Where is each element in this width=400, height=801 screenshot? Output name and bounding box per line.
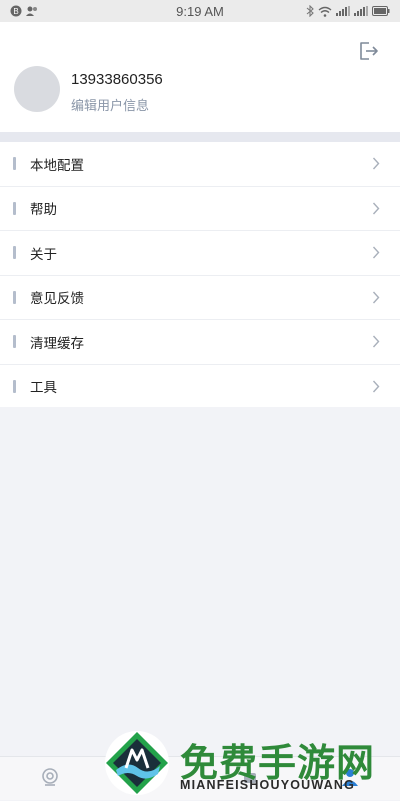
chevron-right-icon xyxy=(370,201,382,215)
chevron-right-icon xyxy=(370,246,382,260)
user-icon xyxy=(340,767,360,791)
menu-item-tools[interactable]: 工具 xyxy=(0,365,400,410)
tab-cloud[interactable] xyxy=(220,757,280,801)
profile-phone: 13933860356 xyxy=(71,71,163,88)
bottom-tab-bar xyxy=(0,756,400,800)
menu-item-about[interactable]: 关于 xyxy=(0,231,400,276)
bluetooth-icon xyxy=(306,5,314,17)
tab-home[interactable] xyxy=(120,757,180,801)
menu-item-label: 意见反馈 xyxy=(30,287,370,307)
status-time: 9:19 AM xyxy=(176,4,224,19)
menu-item-help[interactable]: 帮助 xyxy=(0,187,400,232)
profile-header: 13933860356 编辑用户信息 xyxy=(0,22,400,132)
avatar[interactable] xyxy=(14,66,60,112)
chevron-right-icon xyxy=(370,157,382,171)
edit-profile-link[interactable]: 编辑用户信息 xyxy=(71,95,149,114)
signal-icon xyxy=(336,6,350,16)
tab-camera[interactable] xyxy=(20,757,80,801)
status-left: B xyxy=(10,5,39,17)
wifi-icon xyxy=(318,6,332,17)
menu-accent-bar xyxy=(13,380,16,393)
status-right xyxy=(306,5,390,17)
camera-icon xyxy=(40,767,60,791)
section-divider xyxy=(0,132,400,142)
menu-item-label: 清理缓存 xyxy=(30,332,370,352)
chevron-right-icon xyxy=(370,290,382,304)
chevron-right-icon xyxy=(370,379,382,393)
menu-accent-bar xyxy=(13,335,16,348)
menu-item-label: 本地配置 xyxy=(30,154,370,174)
contacts-icon xyxy=(25,5,39,17)
menu-item-label: 工具 xyxy=(30,376,370,396)
menu-item-label: 关于 xyxy=(30,243,370,263)
empty-content-area xyxy=(0,407,400,756)
menu-item-clear-cache[interactable]: 清理缓存 xyxy=(0,320,400,365)
menu-accent-bar xyxy=(13,202,16,215)
menu-item-feedback[interactable]: 意见反馈 xyxy=(0,276,400,321)
notification-badge-icon: B xyxy=(10,5,22,17)
logout-icon xyxy=(359,42,379,64)
logout-button[interactable] xyxy=(358,42,380,64)
signal-icon xyxy=(354,6,368,16)
status-bar: B 9:19 AM xyxy=(0,0,400,22)
menu-accent-bar xyxy=(13,291,16,304)
menu-accent-bar xyxy=(13,157,16,170)
settings-menu: 本地配置 帮助 关于 意见反馈 清理缓存 工具 xyxy=(0,142,400,409)
menu-accent-bar xyxy=(13,246,16,259)
tab-profile[interactable] xyxy=(320,757,380,801)
cloud-icon xyxy=(240,767,260,791)
chevron-right-icon xyxy=(370,335,382,349)
menu-item-label: 帮助 xyxy=(30,198,370,218)
battery-icon xyxy=(372,6,390,16)
home-icon xyxy=(140,767,160,791)
menu-item-local-config[interactable]: 本地配置 xyxy=(0,142,400,187)
svg-text:B: B xyxy=(13,7,18,16)
